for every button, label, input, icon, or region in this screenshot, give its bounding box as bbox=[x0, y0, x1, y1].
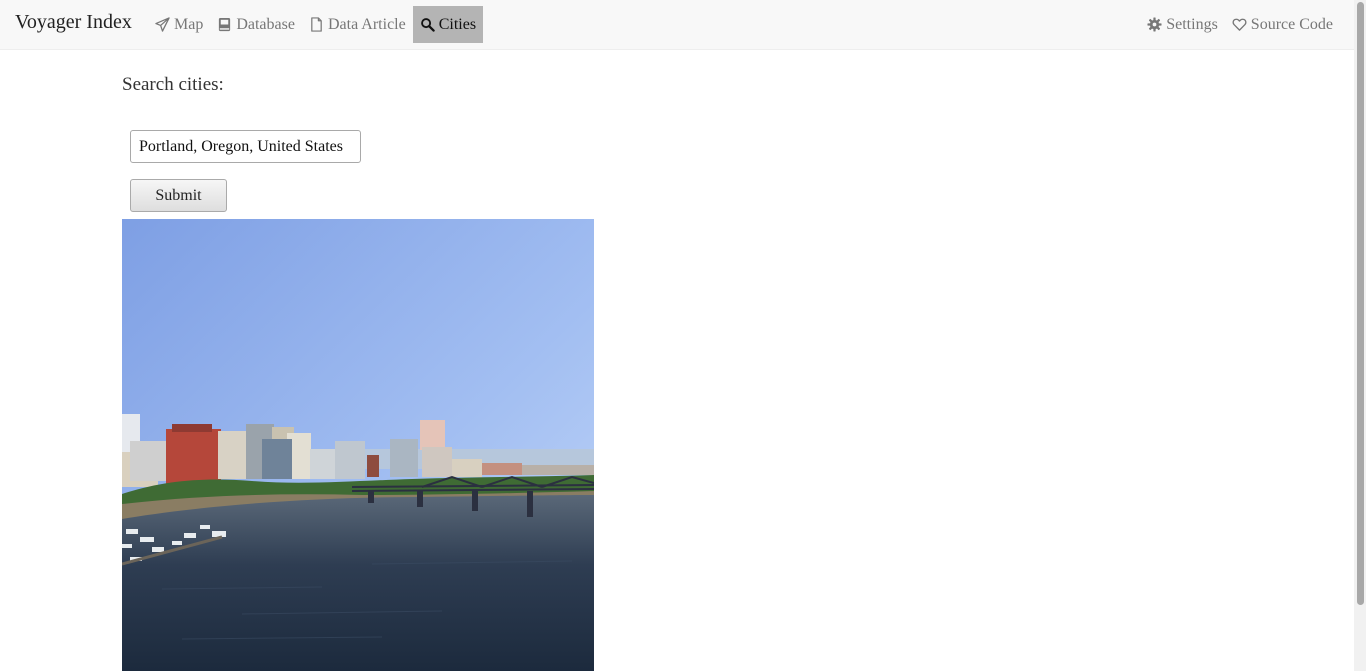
nav-item-label: Source Code bbox=[1250, 15, 1333, 33]
nav-item-label: Database bbox=[236, 15, 295, 33]
search-label: Search cities: bbox=[122, 74, 224, 95]
nav-right: Settings Source Code bbox=[1140, 6, 1340, 43]
nav-item-label: Settings bbox=[1166, 15, 1218, 33]
city-photo bbox=[122, 219, 594, 671]
nav-item-database[interactable]: Database bbox=[210, 6, 302, 43]
nav-item-settings[interactable]: Settings bbox=[1140, 6, 1225, 43]
paper-plane-icon bbox=[155, 17, 170, 32]
search-icon bbox=[420, 17, 435, 32]
nav-item-label: Cities bbox=[438, 15, 477, 33]
top-navbar: Voyager Index Map Database Data Article … bbox=[0, 0, 1354, 50]
nav-item-data-article[interactable]: Data Article bbox=[302, 6, 413, 43]
nav-item-label: Data Article bbox=[327, 15, 406, 33]
gear-icon bbox=[1147, 17, 1162, 32]
file-icon bbox=[309, 17, 324, 32]
submit-button[interactable]: Submit bbox=[130, 179, 227, 212]
nav-item-cities[interactable]: Cities bbox=[412, 6, 484, 43]
brand-link[interactable]: Voyager Index bbox=[15, 11, 132, 34]
nav-item-label: Map bbox=[174, 15, 204, 33]
nav-item-map[interactable]: Map bbox=[148, 6, 210, 43]
nav-left: Map Database Data Article Cities bbox=[148, 6, 484, 43]
page-scrollbar[interactable] bbox=[1354, 0, 1366, 671]
heart-icon bbox=[1232, 17, 1247, 32]
scrollbar-thumb[interactable] bbox=[1357, 2, 1364, 605]
city-search-input[interactable] bbox=[130, 130, 361, 163]
nav-item-source-code[interactable]: Source Code bbox=[1225, 6, 1340, 43]
book-icon bbox=[217, 17, 232, 32]
